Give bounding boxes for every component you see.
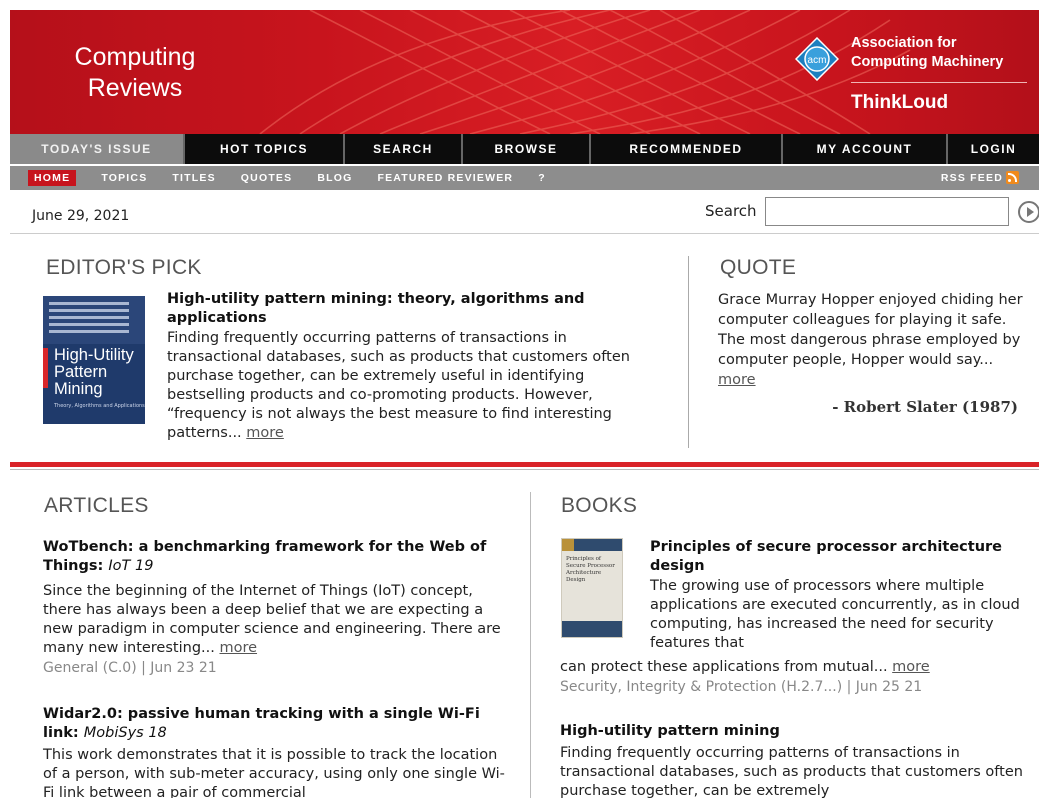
quote-body: Grace Murray Hopper enjoyed chiding her … bbox=[718, 290, 1028, 390]
rss-icon bbox=[1006, 171, 1019, 184]
nav-login[interactable]: LOGIN bbox=[948, 134, 1039, 164]
date-search-bar: June 29, 2021 Search bbox=[10, 190, 1039, 234]
site-banner: Computing Reviews acm Association for Co… bbox=[10, 10, 1039, 134]
nav-browse[interactable]: BROWSE bbox=[463, 134, 591, 164]
book-summary: Finding frequently occurring patterns of… bbox=[560, 745, 1023, 798]
thinkloud-tagline: ThinkLoud bbox=[851, 92, 949, 113]
article-title[interactable]: WoTbench: a benchmarking framework for t… bbox=[43, 538, 503, 576]
article-meta: General (C.0) | Jun 23 21 bbox=[43, 660, 217, 676]
editors-pick-heading: EDITOR'S PICK bbox=[46, 256, 202, 279]
issue-date: June 29, 2021 bbox=[32, 208, 130, 224]
section-divider-red bbox=[10, 462, 1039, 467]
nav-hot-topics[interactable]: HOT TOPICS bbox=[185, 134, 345, 164]
quote-more-link[interactable]: more bbox=[718, 372, 756, 388]
subnav-blog[interactable]: BLOG bbox=[317, 172, 352, 184]
nav-recommended[interactable]: RECOMMENDED bbox=[591, 134, 783, 164]
nav-search[interactable]: SEARCH bbox=[345, 134, 463, 164]
books-heading: BOOKS bbox=[561, 494, 638, 517]
book-summary-rest: can protect these applications from mutu… bbox=[560, 658, 1020, 677]
article-more-link[interactable]: more bbox=[219, 640, 257, 656]
book-more-link[interactable]: more bbox=[892, 659, 930, 675]
logo-line-2: Reviews bbox=[87, 74, 183, 102]
article-text: Since the beginning of the Internet of T… bbox=[43, 583, 501, 656]
site-logo[interactable]: Computing Reviews bbox=[10, 42, 260, 104]
acm-divider bbox=[851, 82, 1027, 83]
acm-logo-icon: acm bbox=[795, 37, 839, 81]
column-divider bbox=[530, 492, 531, 798]
section-divider-grey bbox=[10, 469, 1039, 470]
article-summary: Since the beginning of the Internet of T… bbox=[43, 582, 508, 658]
book-title[interactable]: Principles of secure processor architect… bbox=[650, 538, 1010, 576]
editors-pick-summary: Finding frequently occurring patterns of… bbox=[167, 329, 649, 443]
rss-feed-link[interactable]: RSS FEED bbox=[941, 171, 1019, 184]
acm-brand[interactable]: acm Association for Computing Machinery … bbox=[795, 32, 1035, 128]
logo-line-1: Computing bbox=[74, 43, 196, 71]
book-text-rest: can protect these applications from mutu… bbox=[560, 659, 893, 675]
cover-subtitle: Theory, Algorithms and Applications bbox=[54, 403, 145, 409]
article-summary: This work demonstrates that it is possib… bbox=[43, 747, 505, 798]
article-title[interactable]: Widar2.0: passive human tracking with a … bbox=[43, 705, 503, 743]
search-label: Search bbox=[705, 202, 757, 220]
main-nav: TODAY'S ISSUE HOT TOPICS SEARCH BROWSE R… bbox=[10, 134, 1039, 164]
subnav-featured-reviewer[interactable]: FEATURED REVIEWER bbox=[377, 172, 513, 184]
subnav-home[interactable]: HOME bbox=[28, 170, 77, 186]
column-divider bbox=[688, 256, 689, 448]
acm-name-line-2: Computing Machinery bbox=[851, 54, 1004, 70]
book-meta: Security, Integrity & Protection (H.2.7.… bbox=[560, 679, 923, 695]
cover-accent-bar bbox=[43, 348, 48, 388]
acm-logo-text: acm bbox=[808, 55, 827, 66]
subnav-quotes[interactable]: QUOTES bbox=[241, 172, 293, 184]
article-venue: IoT 19 bbox=[108, 558, 154, 574]
book-cover-accent bbox=[562, 539, 574, 551]
editors-pick-title[interactable]: High-utility pattern mining: theory, alg… bbox=[167, 290, 647, 328]
quote-author: - Robert Slater (1987) bbox=[832, 398, 1018, 416]
book-cover-title: Principles of Secure Processor Architect… bbox=[566, 556, 615, 583]
editors-pick-more-link[interactable]: more bbox=[246, 425, 284, 441]
book-cover[interactable]: Principles of Secure Processor Architect… bbox=[561, 538, 623, 638]
rss-feed-label: RSS FEED bbox=[940, 171, 1003, 184]
quote-heading: QUOTE bbox=[720, 256, 797, 279]
sub-nav: HOME TOPICS TITLES QUOTES BLOG FEATURED … bbox=[10, 166, 1039, 190]
cover-title: High-Utility Pattern Mining bbox=[54, 346, 134, 398]
search-submit-icon[interactable] bbox=[1018, 201, 1039, 223]
editors-pick-text: Finding frequently occurring patterns of… bbox=[167, 330, 630, 441]
acm-name-line-1: Association for bbox=[851, 35, 957, 51]
quote-text: Grace Murray Hopper enjoyed chiding her … bbox=[718, 292, 1023, 368]
search-input[interactable] bbox=[765, 197, 1009, 226]
subnav-help[interactable]: ? bbox=[538, 172, 546, 184]
book-cover-base bbox=[562, 621, 622, 637]
article-venue: MobiSys 18 bbox=[83, 725, 167, 741]
subnav-titles[interactable]: TITLES bbox=[172, 172, 215, 184]
cover-author-lines bbox=[49, 302, 129, 337]
acm-org-name: Association for Computing Machinery bbox=[851, 34, 1003, 72]
nav-my-account[interactable]: MY ACCOUNT bbox=[783, 134, 948, 164]
editors-pick-cover[interactable]: High-Utility Pattern Mining Theory, Algo… bbox=[43, 296, 145, 424]
subnav-topics[interactable]: TOPICS bbox=[101, 172, 147, 184]
book-title[interactable]: High-utility pattern mining bbox=[560, 723, 780, 739]
book-summary-wrap: The growing use of processors where mult… bbox=[650, 578, 1020, 651]
articles-heading: ARTICLES bbox=[44, 494, 149, 517]
nav-todays-issue[interactable]: TODAY'S ISSUE bbox=[10, 134, 185, 164]
